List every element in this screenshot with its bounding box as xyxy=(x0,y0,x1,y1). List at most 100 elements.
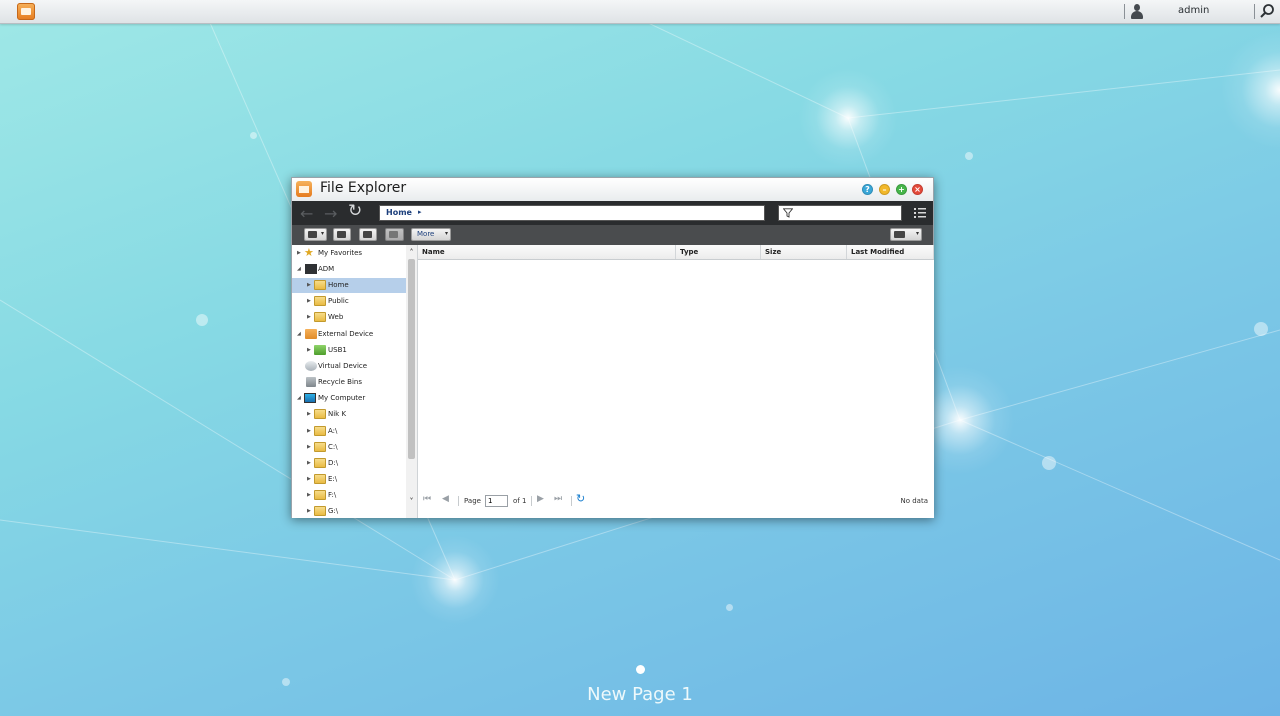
tree-item-drive-e[interactable]: ▶ E:\ xyxy=(292,472,406,487)
last-page-icon[interactable]: ⏭ xyxy=(554,494,562,504)
breadcrumb-home[interactable]: Home xyxy=(386,208,412,217)
breadcrumb-separator[interactable]: ▸ xyxy=(418,208,422,216)
folder-icon xyxy=(314,490,326,500)
tree-scrollbar[interactable]: ˄ ˅ xyxy=(406,245,417,518)
tree-item-drive-a[interactable]: ▶ A:\ xyxy=(292,424,406,439)
folder-icon xyxy=(314,409,326,419)
close-button[interactable]: × xyxy=(912,184,923,195)
divider xyxy=(571,496,572,506)
folder-icon xyxy=(314,458,326,468)
search-icon[interactable] xyxy=(1259,3,1275,19)
previous-page-icon[interactable]: ◀ xyxy=(442,494,449,504)
tree-item-recycle-bins[interactable]: Recycle Bins xyxy=(292,375,406,390)
divider xyxy=(1254,4,1255,19)
expand-arrow-icon[interactable]: ▶ xyxy=(307,314,311,320)
expand-arrow-icon[interactable]: ▶ xyxy=(307,508,311,514)
status-text: No data xyxy=(900,497,928,505)
desktop-page-name: New Page 1 xyxy=(587,684,693,705)
dropdown-arrow-icon: ▾ xyxy=(320,230,324,237)
tree-item-virtual-device[interactable]: Virtual Device xyxy=(292,359,406,374)
column-header-last-modified[interactable]: Last Modified xyxy=(847,245,934,259)
tree-label: F:\ xyxy=(328,491,337,499)
tree-item-drive-g[interactable]: ▶ G:\ xyxy=(292,504,406,518)
expand-arrow-icon[interactable]: ▶ xyxy=(307,428,311,434)
column-header-name[interactable]: Name xyxy=(418,245,676,259)
folder-add-icon xyxy=(337,231,346,238)
tree-item-home[interactable]: ▶ Home xyxy=(292,278,406,293)
expand-arrow-icon[interactable]: ▶ xyxy=(307,282,311,288)
tree-item-nik-k[interactable]: ▶ Nik K xyxy=(292,407,406,422)
new-folder-button[interactable] xyxy=(333,228,351,241)
next-page-icon[interactable]: ▶ xyxy=(537,494,544,504)
tree-label: Web xyxy=(328,313,344,321)
window-titlebar[interactable]: File Explorer ? – + × xyxy=(292,178,933,201)
tree-item-web[interactable]: ▶ Web xyxy=(292,310,406,325)
page-indicator-dot[interactable] xyxy=(636,665,645,674)
filter-input[interactable] xyxy=(778,205,902,221)
upload-button[interactable]: ▾ xyxy=(304,228,327,241)
expand-arrow-icon[interactable]: ▶ xyxy=(307,444,311,450)
usb-icon xyxy=(314,345,326,355)
divider xyxy=(1124,4,1125,19)
collapse-arrow-icon[interactable]: ◢ xyxy=(297,266,301,272)
wallpaper-glow xyxy=(798,68,898,168)
tree-item-drive-c[interactable]: ▶ C:\ xyxy=(292,440,406,455)
maximize-button[interactable]: + xyxy=(896,184,907,195)
folder-tree: ▶ ★ My Favorites ◢ ADM ▶ Home ▶ Public ▶… xyxy=(292,245,406,518)
tree-label: External Device xyxy=(318,330,374,338)
external-device-icon xyxy=(305,329,317,339)
properties-button[interactable] xyxy=(385,228,404,241)
tree-label: C:\ xyxy=(328,443,338,451)
username-label[interactable]: admin xyxy=(1178,5,1209,16)
expand-arrow-icon[interactable]: ▶ xyxy=(307,460,311,466)
minimize-button[interactable]: – xyxy=(879,184,890,195)
scroll-up-icon[interactable]: ˄ xyxy=(407,248,416,257)
scroll-down-icon[interactable]: ˅ xyxy=(407,497,416,506)
folder-icon xyxy=(314,426,326,436)
dropdown-arrow-icon: ▾ xyxy=(444,230,448,237)
tree-item-my-favorites[interactable]: ▶ ★ My Favorites xyxy=(292,246,406,261)
expand-arrow-icon[interactable]: ▶ xyxy=(297,250,301,256)
tree-label: Recycle Bins xyxy=(318,378,363,386)
more-label: More xyxy=(417,230,435,238)
tree-item-public[interactable]: ▶ Public xyxy=(292,294,406,309)
first-page-icon[interactable]: ⏮ xyxy=(423,494,431,504)
computer-icon xyxy=(304,393,316,403)
column-header-size[interactable]: Size xyxy=(761,245,847,259)
page-label: Page xyxy=(464,497,481,505)
help-button[interactable]: ? xyxy=(862,184,873,195)
refresh-icon[interactable]: ↻ xyxy=(348,201,362,221)
list-options-icon[interactable] xyxy=(914,207,926,218)
tree-item-my-computer[interactable]: ◢ My Computer xyxy=(292,391,406,406)
tree-item-drive-f[interactable]: ▶ F:\ xyxy=(292,488,406,503)
more-button[interactable]: More ▾ xyxy=(411,228,451,241)
column-header-type[interactable]: Type xyxy=(676,245,761,259)
tree-label: Home xyxy=(328,281,349,289)
view-mode-button[interactable]: ▾ xyxy=(890,228,922,241)
collapse-arrow-icon[interactable]: ◢ xyxy=(297,331,301,337)
file-list-header: Name Type Size Last Modified xyxy=(418,245,934,260)
address-bar[interactable]: Home ▸ xyxy=(379,205,765,221)
expand-arrow-icon[interactable]: ▶ xyxy=(307,347,311,353)
recycle-bin-icon xyxy=(306,377,316,387)
app-menu-icon[interactable] xyxy=(17,3,35,20)
tree-item-external-device[interactable]: ◢ External Device xyxy=(292,327,406,342)
tree-item-usb1[interactable]: ▶ USB1 xyxy=(292,343,406,358)
folder-action-button[interactable] xyxy=(359,228,377,241)
properties-icon xyxy=(389,231,398,238)
tree-item-drive-d[interactable]: ▶ D:\ xyxy=(292,456,406,471)
user-icon[interactable] xyxy=(1130,4,1144,19)
scrollbar-thumb[interactable] xyxy=(408,259,415,459)
expand-arrow-icon[interactable]: ▶ xyxy=(307,492,311,498)
expand-arrow-icon[interactable]: ▶ xyxy=(307,298,311,304)
refresh-icon[interactable]: ↻ xyxy=(576,492,585,505)
expand-arrow-icon[interactable]: ▶ xyxy=(307,476,311,482)
navigation-bar: ← → ↻ Home ▸ xyxy=(292,201,933,225)
collapse-arrow-icon[interactable]: ◢ xyxy=(297,395,301,401)
page-number-input[interactable] xyxy=(485,495,508,507)
back-arrow-icon[interactable]: ← xyxy=(300,204,313,223)
forward-arrow-icon[interactable]: → xyxy=(324,204,337,223)
star-icon: ★ xyxy=(304,246,314,259)
expand-arrow-icon[interactable]: ▶ xyxy=(307,411,311,417)
tree-item-adm[interactable]: ◢ ADM xyxy=(292,262,406,277)
